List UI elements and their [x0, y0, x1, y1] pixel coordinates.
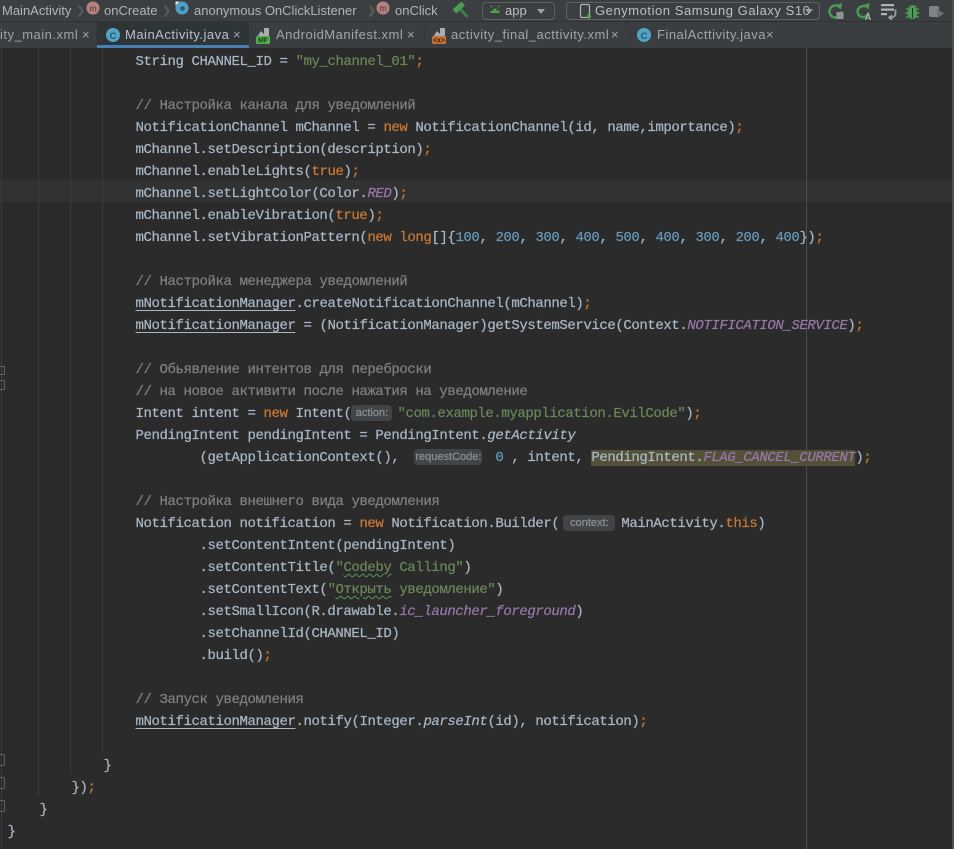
svg-text:<x>: <x> — [433, 38, 445, 45]
svg-text:m: m — [89, 4, 97, 14]
svg-text:C: C — [641, 31, 648, 42]
svg-text:m: m — [379, 4, 387, 14]
svg-text:C: C — [110, 31, 117, 42]
svg-text:MF: MF — [258, 38, 269, 45]
svg-text:A: A — [865, 12, 872, 21]
